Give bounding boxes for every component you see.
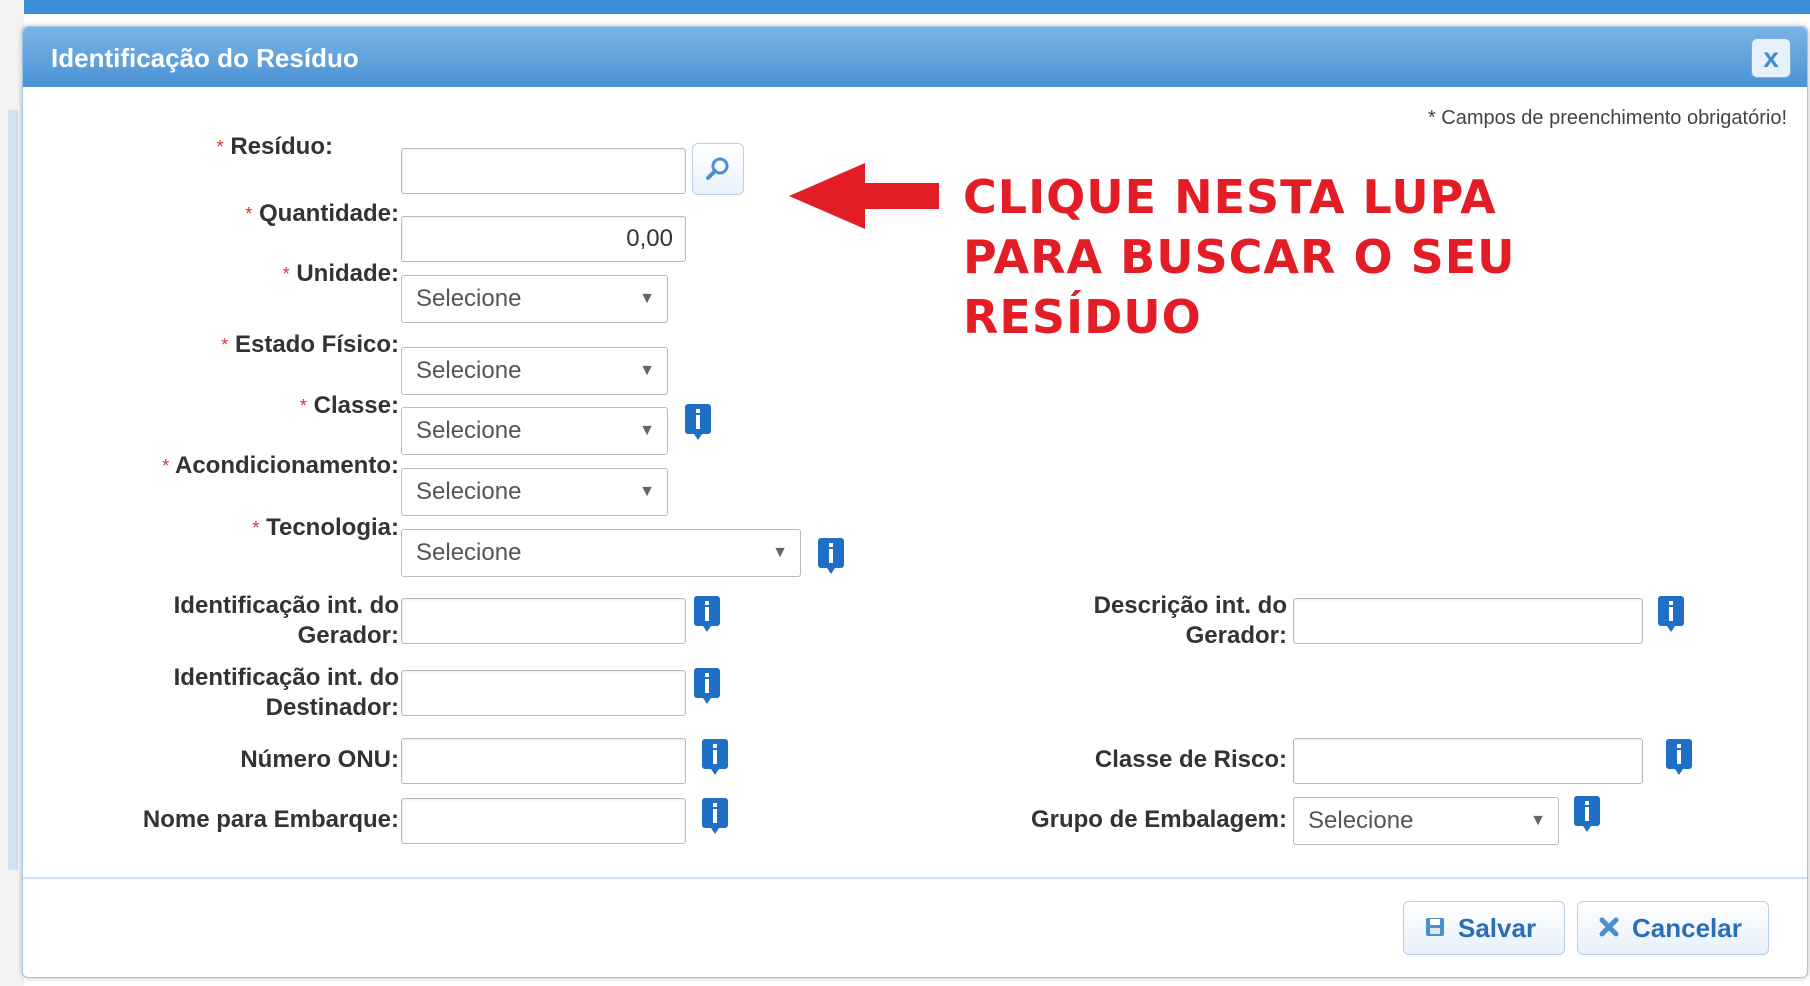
save-icon	[1426, 918, 1444, 936]
estado-fisico-label: * Estado Físico:	[221, 331, 399, 358]
background-sidebar	[8, 110, 18, 870]
residuo-input[interactable]	[401, 148, 686, 194]
chevron-down-icon: ▼	[772, 544, 788, 561]
nome-embarque-input[interactable]	[401, 798, 686, 844]
classe-risco-input[interactable]	[1293, 738, 1643, 784]
info-icon[interactable]	[1665, 738, 1693, 776]
dialog-title: Identificação do Resíduo	[51, 43, 359, 73]
chevron-down-icon: ▼	[639, 290, 655, 307]
descr-gerador-label: Descrição int. do Gerador:	[1093, 592, 1287, 649]
unidade-label: * Unidade:	[282, 260, 399, 287]
classe-select[interactable]: Selecione ▼	[401, 407, 668, 455]
quantidade-input[interactable]: 0,00	[401, 216, 686, 262]
numero-onu-label: Número ONU:	[240, 746, 399, 773]
annotation-line-3: RESÍDUO	[963, 290, 1202, 344]
ident-destinador-label: Identificação int. do Destinador:	[173, 664, 399, 721]
grupo-embalagem-label: Grupo de Embalagem:	[1030, 806, 1287, 833]
annotation-line-1: CLIQUE NESTA LUPA	[963, 170, 1497, 224]
ident-gerador-label: Identificação int. do Gerador:	[173, 592, 399, 649]
quantidade-label: * Quantidade:	[245, 200, 399, 227]
grupo-embalagem-select[interactable]: Selecione ▼	[1293, 797, 1559, 845]
tecnologia-label: * Tecnologia:	[252, 514, 399, 541]
close-icon[interactable]: x	[1751, 38, 1791, 78]
info-icon[interactable]	[693, 667, 721, 705]
dialog-titlebar: Identificação do Resíduo x	[23, 27, 1807, 87]
tecnologia-select[interactable]: Selecione ▼	[401, 529, 801, 577]
red-arrow-icon	[789, 163, 939, 229]
info-icon[interactable]	[693, 595, 721, 633]
classe-risco-label: Classe de Risco:	[1094, 746, 1287, 773]
annotation-line-2: PARA BUSCAR O SEU	[963, 230, 1516, 284]
cancel-label: Cancelar	[1632, 913, 1742, 943]
chevron-down-icon: ▼	[1530, 812, 1546, 829]
info-icon[interactable]	[701, 797, 729, 835]
save-button[interactable]: Salvar	[1403, 901, 1565, 955]
estado-fisico-select[interactable]: Selecione ▼	[401, 347, 668, 395]
cancel-button[interactable]: Cancelar	[1577, 901, 1769, 955]
classe-label: * Classe:	[299, 392, 399, 419]
nome-embarque-label: Nome para Embarque:	[142, 806, 399, 833]
info-icon[interactable]	[1657, 595, 1685, 633]
cancel-icon	[1599, 917, 1619, 937]
save-label: Salvar	[1458, 913, 1537, 943]
residuo-label: * Resíduo:	[216, 133, 333, 160]
residue-identification-dialog: Identificação do Resíduo x * Campos de p…	[22, 26, 1808, 978]
info-icon[interactable]	[817, 537, 845, 575]
descr-gerador-input[interactable]	[1293, 598, 1643, 644]
info-icon[interactable]	[701, 738, 729, 776]
required-note: * Campos de preenchimento obrigatório!	[1427, 107, 1787, 129]
background-header	[0, 0, 1810, 14]
chevron-down-icon: ▼	[639, 483, 655, 500]
footer-divider	[23, 877, 1807, 879]
annotation-text: CLIQUE NESTA LUPA PARA BUSCAR O SEU RESÍ…	[963, 167, 1516, 347]
ident-destinador-input[interactable]	[401, 670, 686, 716]
acondicionamento-label: * Acondicionamento:	[162, 452, 399, 479]
info-icon[interactable]	[684, 403, 712, 441]
acondicionamento-select[interactable]: Selecione ▼	[401, 468, 668, 516]
info-icon[interactable]	[1573, 795, 1601, 833]
ident-gerador-input[interactable]	[401, 598, 686, 644]
search-icon[interactable]	[692, 143, 744, 195]
numero-onu-input[interactable]	[401, 738, 686, 784]
unidade-select[interactable]: Selecione ▼	[401, 275, 668, 323]
chevron-down-icon: ▼	[639, 362, 655, 379]
chevron-down-icon: ▼	[639, 422, 655, 439]
